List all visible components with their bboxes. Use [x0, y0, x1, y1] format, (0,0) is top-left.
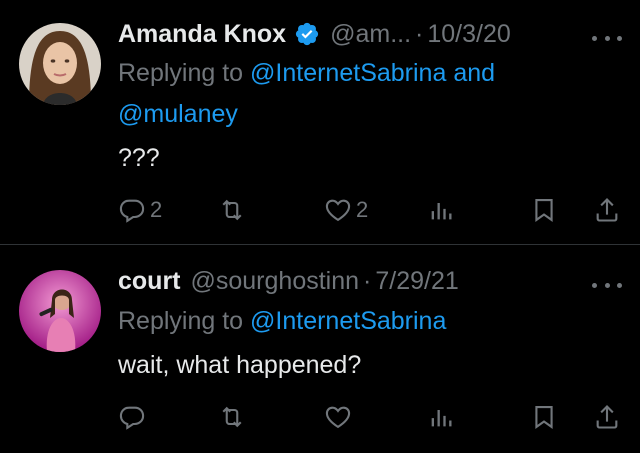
- avatar[interactable]: [19, 23, 101, 105]
- tweet-header: court @sourghostinn · 7/29/21: [118, 265, 640, 297]
- views-button[interactable]: [427, 401, 455, 433]
- like-button[interactable]: 2: [324, 194, 368, 226]
- reply-count: 2: [150, 197, 163, 222]
- tweet-text: ???: [118, 144, 160, 172]
- more-icon[interactable]: [592, 33, 622, 43]
- replying-prefix: Replying to: [118, 307, 244, 335]
- share-button[interactable]: [593, 194, 621, 226]
- author-handle[interactable]: @am...: [330, 20, 411, 49]
- bookmark-icon: [535, 406, 553, 429]
- views-icon: [431, 203, 452, 220]
- replying-to: Replying to @InternetSabrina: [118, 301, 588, 342]
- replying-prefix: Replying to: [118, 59, 244, 87]
- author-handle[interactable]: @sourghostinn: [191, 267, 360, 296]
- mention-link[interactable]: @InternetSabrina: [250, 59, 446, 87]
- views-icon: [431, 410, 452, 427]
- share-icon: [596, 198, 618, 222]
- reply-button[interactable]: 2: [118, 194, 162, 226]
- tweet[interactable]: Amanda Knox @am... · 10/3/20 Replying to…: [0, 0, 640, 245]
- author-name[interactable]: court: [118, 267, 181, 296]
- reply-icon: [119, 406, 145, 430]
- author-name[interactable]: Amanda Knox: [118, 20, 286, 49]
- avatar[interactable]: [19, 270, 101, 352]
- retweet-button[interactable]: [218, 401, 246, 433]
- reply-button[interactable]: [118, 401, 146, 433]
- tweet-actions: 2 2: [0, 194, 640, 226]
- like-icon: [325, 406, 351, 429]
- mention-link[interactable]: @mulaney: [118, 100, 238, 128]
- tweet-header: Amanda Knox @am... · 10/3/20: [118, 18, 640, 50]
- replying-to: Replying to @InternetSabrina and @mulane…: [118, 53, 588, 135]
- share-button[interactable]: [593, 401, 621, 433]
- tweet-text: wait, what happened?: [118, 351, 362, 379]
- separator-dot: ·: [415, 19, 424, 48]
- more-icon[interactable]: [592, 280, 622, 290]
- separator-dot: ·: [363, 266, 372, 295]
- reply-icon: [119, 199, 145, 223]
- like-count: 2: [356, 197, 369, 222]
- retweet-icon: [222, 199, 242, 221]
- tweet-actions: [0, 401, 640, 433]
- bookmark-icon: [535, 199, 553, 222]
- replying-conjunction: and: [453, 59, 496, 87]
- tweet-date[interactable]: 7/29/21: [375, 267, 458, 296]
- tweet[interactable]: court @sourghostinn · 7/29/21 Replying t…: [0, 245, 640, 453]
- retweet-icon: [222, 406, 242, 428]
- bookmark-button[interactable]: [530, 194, 558, 226]
- verified-badge-icon: [294, 21, 320, 47]
- like-icon: [325, 199, 351, 222]
- like-button[interactable]: [324, 401, 352, 433]
- bookmark-button[interactable]: [530, 401, 558, 433]
- retweet-button[interactable]: [218, 194, 246, 226]
- mention-link[interactable]: @InternetSabrina: [250, 307, 446, 335]
- views-button[interactable]: [427, 194, 455, 226]
- tweet-date[interactable]: 10/3/20: [427, 20, 510, 49]
- share-icon: [596, 405, 618, 429]
